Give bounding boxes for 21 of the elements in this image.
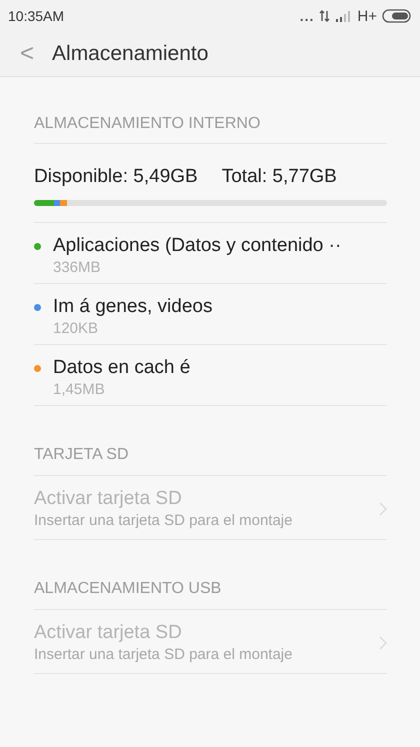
data-arrows-icon <box>319 10 332 22</box>
back-button[interactable]: < <box>16 40 38 68</box>
network-type: H+ <box>357 8 377 24</box>
notification-dots: ... <box>300 8 314 24</box>
section-heading: ALMACENAMIENTO USB <box>34 540 387 610</box>
category-name: Im á genes, videos <box>53 296 212 318</box>
category-size: 336MB <box>53 259 102 276</box>
battery-icon <box>382 9 412 23</box>
category-size: 120KB <box>53 320 100 337</box>
category-name: Aplicaciones (Datos y contenido ·· <box>53 235 342 257</box>
section-heading: ALMACENAMIENTO INTERNO <box>34 77 387 144</box>
category-size: 1,45MB <box>53 381 106 398</box>
total-space: Total: 5,77GB <box>222 166 337 188</box>
chevron-icon <box>379 636 387 650</box>
available-space: Disponible: 5,49GB <box>34 166 198 188</box>
section-heading: TARJETA SD <box>34 406 387 476</box>
page-title: Almacenamiento <box>52 42 208 66</box>
status-time: 10:35AM <box>8 8 64 24</box>
category-name: Datos en cach é <box>53 357 190 379</box>
signal-icon <box>336 10 352 22</box>
chevron-icon <box>379 502 387 516</box>
